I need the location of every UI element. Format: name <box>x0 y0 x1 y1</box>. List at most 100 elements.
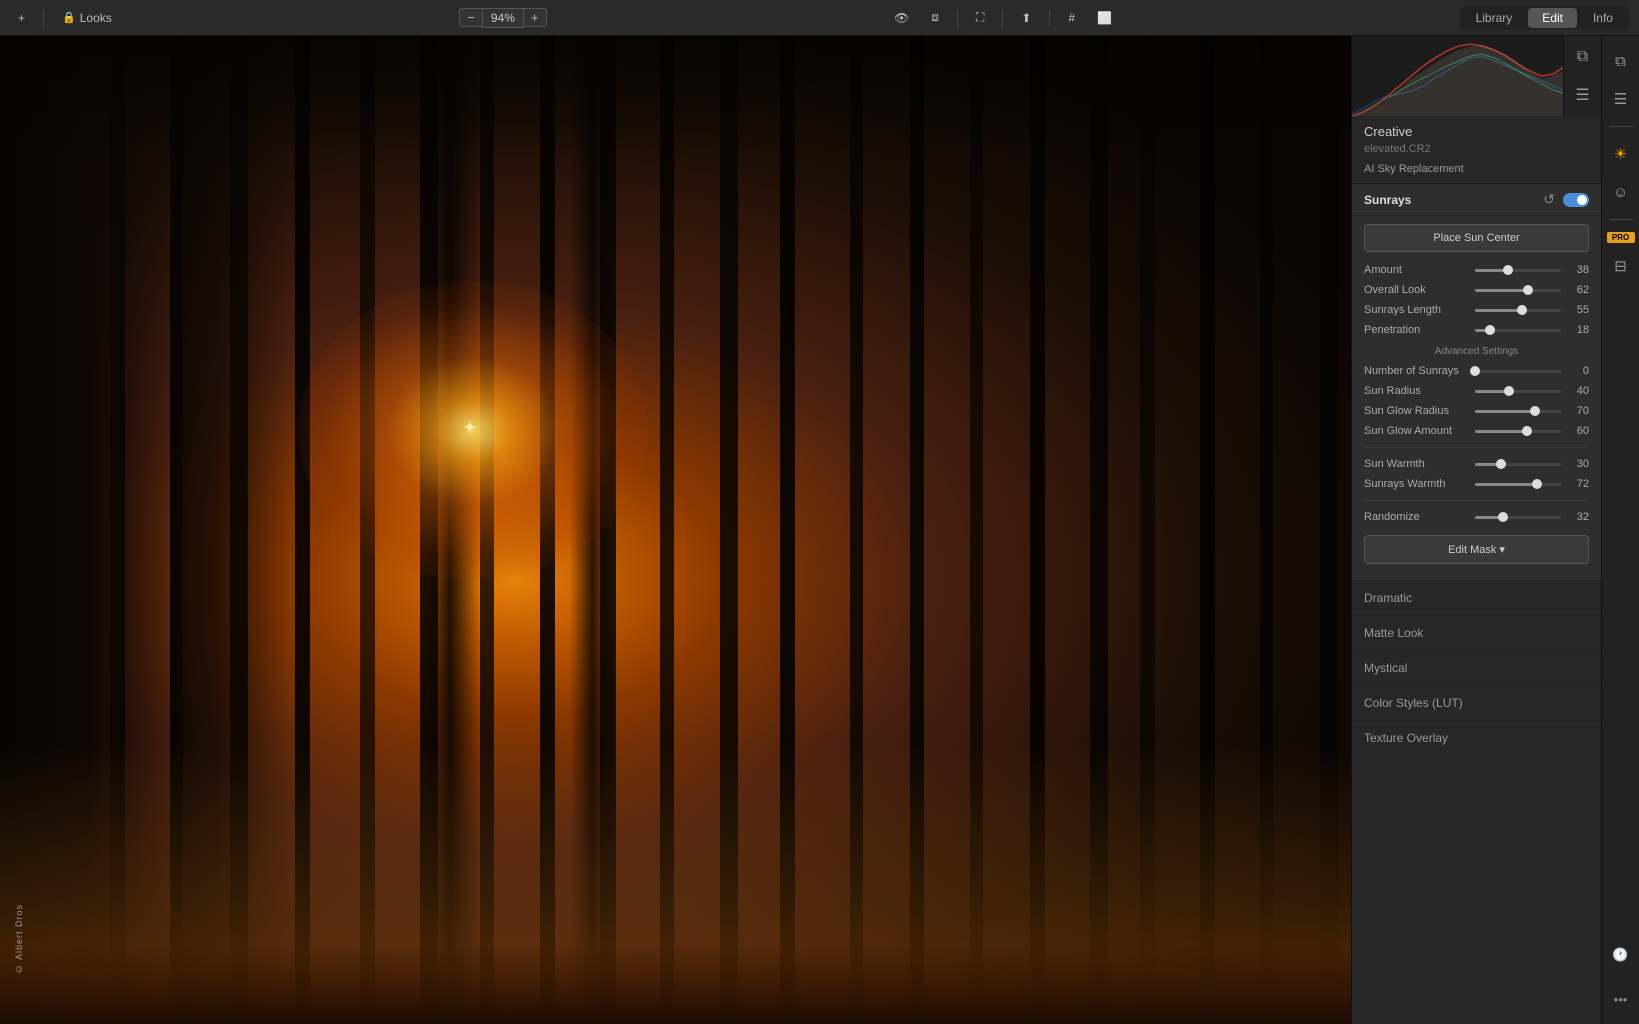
sliders-icon-btn[interactable]: ☰ <box>1606 84 1636 114</box>
export-button[interactable]: ⬆ <box>1013 8 1039 28</box>
adv-slider-track-4[interactable] <box>1475 463 1561 466</box>
tab-library[interactable]: Library <box>1462 8 1527 28</box>
slider-value-1: 62 <box>1567 284 1589 296</box>
slider-label-0: Amount <box>1364 264 1469 276</box>
export-icon: ⬆ <box>1021 11 1031 25</box>
adv-slider-row-sun-warmth: Sun Warmth 30 <box>1352 454 1601 474</box>
side-divider-2 <box>1609 219 1633 220</box>
creative-item-mystical[interactable]: Mystical <box>1352 650 1601 685</box>
file-name: elevated.CR2 <box>1352 143 1601 161</box>
panel-tab-group: Library Edit Info <box>1460 6 1629 30</box>
crop-icon: ⛶ <box>976 10 984 25</box>
creative-items-list: DramaticMatte LookMysticalColor Styles (… <box>1352 580 1601 755</box>
histogram-icons: ⧉ ☰ <box>1563 36 1601 116</box>
toolbar: + 🔒 Looks − 94% + 👁 ⧈ ⛶ ⬆ # ⬜ Library Ed… <box>0 0 1639 36</box>
more-icon-btn[interactable]: ••• <box>1606 984 1636 1014</box>
compare-button[interactable]: ⧈ <box>923 7 947 28</box>
separator-1 <box>43 9 44 27</box>
adv-slider-track-5[interactable] <box>1475 483 1561 486</box>
adv-slider-label-3: Sun Glow Amount <box>1364 425 1469 437</box>
slider-row-sunrays-length: Sunrays Length 55 <box>1352 300 1601 320</box>
zoom-minus-button[interactable]: − <box>459 8 482 27</box>
main-content: © Albert Dros ⧉ ☰ Creative e <box>0 36 1639 1024</box>
basic-sliders: Amount 38 Overall Look 62 Sunrays Length… <box>1352 260 1601 340</box>
sunrays-toggle[interactable] <box>1563 193 1589 207</box>
side-divider-1 <box>1609 126 1633 127</box>
sunrays-header: Sunrays ↺ <box>1352 184 1601 216</box>
layers-icon-btn[interactable]: ⧉ <box>1606 46 1636 76</box>
face-icon-btn[interactable]: ☺ <box>1606 177 1636 207</box>
crop-button[interactable]: ⛶ <box>968 7 992 28</box>
advanced-sliders: Number of Sunrays 0 Sun Radius 40 Sun Gl… <box>1352 361 1601 527</box>
sunrays-controls: ↺ <box>1543 191 1589 208</box>
sun-tool-icon-btn[interactable]: ☀ <box>1606 139 1636 169</box>
add-button[interactable]: + <box>10 8 33 28</box>
fullscreen-button[interactable]: ⬜ <box>1089 8 1120 28</box>
adv-slider-track-1[interactable] <box>1475 390 1561 393</box>
adv-slider-label-1: Sun Radius <box>1364 385 1469 397</box>
history-icon-btn[interactable]: 🕐 <box>1606 940 1636 970</box>
adv-slider-track-6[interactable] <box>1475 516 1561 519</box>
sunrays-reset-button[interactable]: ↺ <box>1543 191 1555 208</box>
adv-slider-label-2: Sun Glow Radius <box>1364 405 1469 417</box>
zoom-value[interactable]: 94% <box>482 8 524 28</box>
slider-track-0[interactable] <box>1475 269 1561 272</box>
creative-item-color-styles-(lut)[interactable]: Color Styles (LUT) <box>1352 685 1601 720</box>
slider-track-3[interactable] <box>1475 329 1561 332</box>
slider-row-overall-look: Overall Look 62 <box>1352 280 1601 300</box>
looks-label: Looks <box>80 11 112 25</box>
slider-value-2: 55 <box>1567 304 1589 316</box>
adv-slider-row-randomize: Randomize 32 <box>1352 507 1601 527</box>
zoom-plus-button[interactable]: + <box>524 8 547 27</box>
photo-background <box>0 36 1351 1024</box>
feature-label: AI Sky Replacement <box>1352 161 1601 183</box>
separator-4 <box>1049 9 1050 27</box>
top-dark <box>0 36 1351 156</box>
tab-edit[interactable]: Edit <box>1528 8 1577 28</box>
adv-slider-label-6: Randomize <box>1364 511 1469 523</box>
edit-mask-button[interactable]: Edit Mask ▾ <box>1364 535 1589 564</box>
adv-slider-label-5: Sunrays Warmth <box>1364 478 1469 490</box>
edit-mask-label: Edit Mask ▾ <box>1448 543 1505 556</box>
creative-item-matte-look[interactable]: Matte Look <box>1352 615 1601 650</box>
sun-rays <box>470 428 476 434</box>
adv-slider-value-3: 60 <box>1567 425 1589 437</box>
place-sun-center-button[interactable]: Place Sun Center <box>1364 224 1589 252</box>
adv-slider-row-number-of-sunrays: Number of Sunrays 0 <box>1352 361 1601 381</box>
advanced-settings-label: Advanced Settings <box>1352 340 1601 361</box>
adv-slider-track-2[interactable] <box>1475 410 1561 413</box>
looks-button[interactable]: 🔒 Looks <box>54 8 120 28</box>
sunrays-title: Sunrays <box>1364 193 1543 207</box>
slider-track-2[interactable] <box>1475 309 1561 312</box>
adv-slider-row-sun-radius: Sun Radius 40 <box>1352 381 1601 401</box>
side-icons-panel: ⧉ ☰ ☀ ☺ PRO ⊟ 🕐 ••• <box>1601 36 1639 1024</box>
bag-icon-btn[interactable]: ⊟ <box>1606 251 1636 281</box>
bottom-dark <box>0 944 1351 1024</box>
adv-slider-value-4: 30 <box>1567 458 1589 470</box>
photo-area[interactable]: © Albert Dros <box>0 36 1351 1024</box>
creative-item-dramatic[interactable]: Dramatic <box>1352 580 1601 615</box>
adv-slider-row-sunrays-warmth: Sunrays Warmth 72 <box>1352 474 1601 494</box>
adv-slider-track-0[interactable] <box>1475 370 1561 373</box>
slider-label-2: Sunrays Length <box>1364 304 1469 316</box>
add-icon: + <box>18 11 25 25</box>
slider-track-1[interactable] <box>1475 289 1561 292</box>
preview-toggle-button[interactable]: 👁 <box>886 8 917 28</box>
slider-row-amount: Amount 38 <box>1352 260 1601 280</box>
adv-slider-value-1: 40 <box>1567 385 1589 397</box>
watermark: © Albert Dros <box>14 904 24 974</box>
creative-item-texture-overlay[interactable]: Texture Overlay <box>1352 720 1601 755</box>
adjust-panel-icon[interactable]: ☰ <box>1568 80 1598 110</box>
adv-slider-track-3[interactable] <box>1475 430 1561 433</box>
separator-2 <box>957 9 958 27</box>
slider-value-0: 38 <box>1567 264 1589 276</box>
divider <box>1364 500 1589 501</box>
sunrays-block: Sunrays ↺ Place Sun Center Amount 38 Ove… <box>1352 183 1601 580</box>
compare-icon: ⧈ <box>931 10 939 25</box>
adv-slider-value-6: 32 <box>1567 511 1589 523</box>
pro-badge: PRO <box>1607 232 1635 243</box>
adv-slider-row-sun-glow-amount: Sun Glow Amount 60 <box>1352 421 1601 441</box>
grid-button[interactable]: # <box>1060 8 1083 28</box>
layers-panel-icon[interactable]: ⧉ <box>1568 42 1598 72</box>
tab-info[interactable]: Info <box>1579 8 1627 28</box>
